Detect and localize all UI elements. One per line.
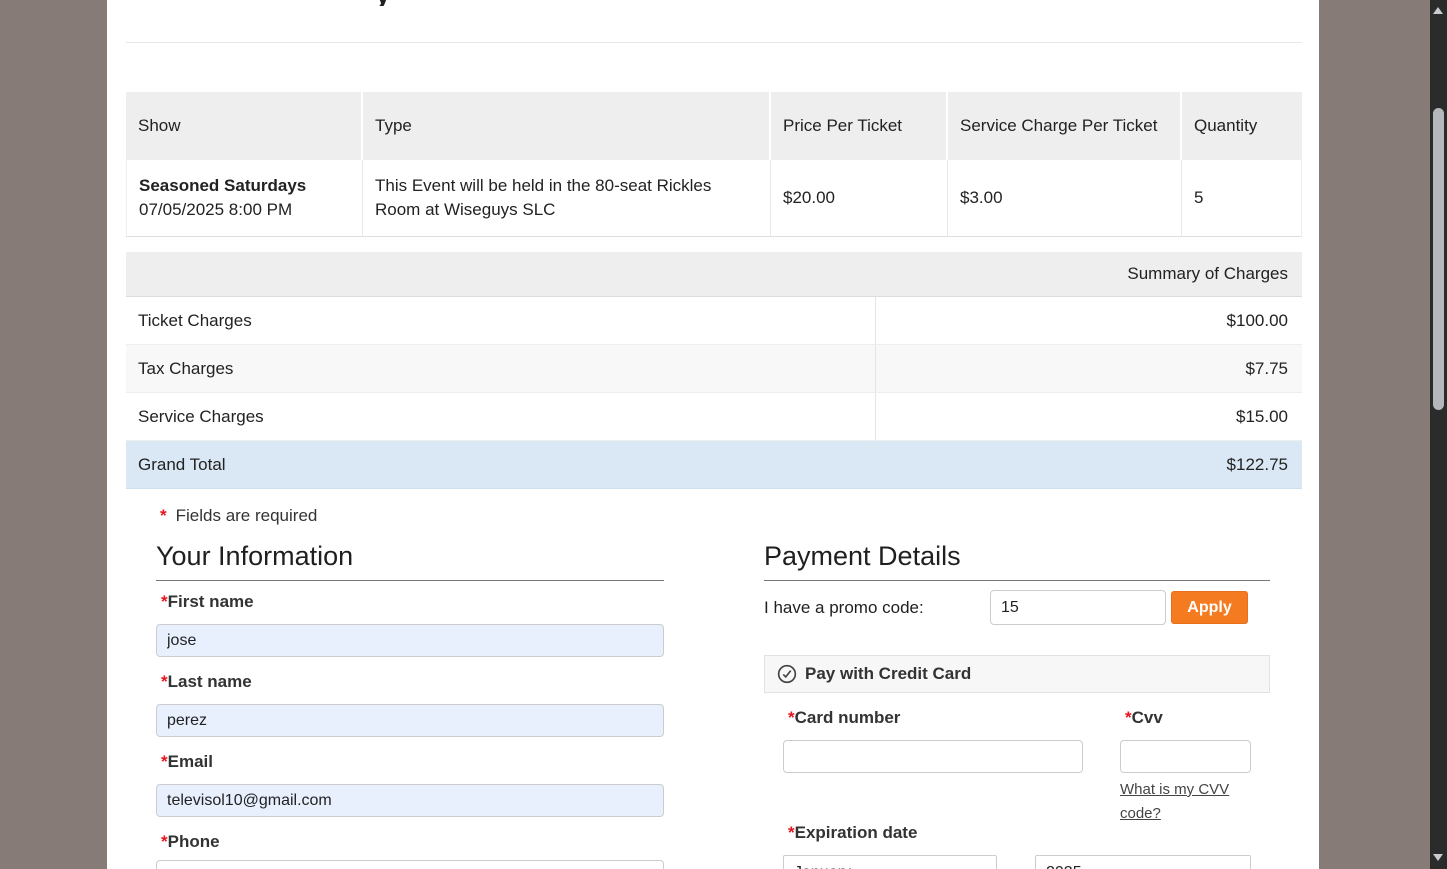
phone-field[interactable]	[156, 860, 664, 869]
scrollbar-thumb[interactable]	[1433, 108, 1444, 410]
column-header-price: Price Per Ticket	[771, 92, 948, 160]
summary-header: Summary of Charges	[126, 252, 1302, 297]
show-datetime: 07/05/2025 8:00 PM	[139, 200, 293, 219]
expiration-date-label: *Expiration date	[788, 823, 918, 842]
summary-table: Summary of Charges Ticket Charges $100.0…	[126, 252, 1302, 489]
table-row-grand-total: Grand Total $122.75	[126, 441, 1302, 489]
apply-button[interactable]: Apply	[1171, 591, 1248, 624]
vertical-scrollbar[interactable]	[1430, 0, 1447, 869]
table-row-ticket-charges: Ticket Charges $100.00	[126, 297, 1302, 345]
first-name-label: *First name	[161, 592, 254, 611]
required-asterisk: *	[160, 506, 167, 525]
required-asterisk: *	[161, 672, 168, 691]
check-circle-icon	[777, 664, 797, 684]
column-header-service-charge: Service Charge Per Ticket	[948, 92, 1182, 160]
price-per-ticket-cell: $20.00	[771, 160, 948, 237]
required-asterisk: *	[161, 592, 168, 611]
required-note-text: Fields are required	[175, 506, 318, 525]
clipped-heading-fragment: y	[375, 0, 415, 6]
service-charges-label: Service Charges	[138, 406, 264, 426]
required-asterisk: *	[788, 823, 795, 842]
column-header-quantity: Quantity	[1182, 92, 1302, 160]
tax-charges-value: $7.75	[875, 345, 1302, 392]
promo-code-input[interactable]	[990, 590, 1166, 625]
required-asterisk: *	[161, 752, 168, 771]
email-label: *Email	[161, 752, 213, 771]
table-row-service-charges: Service Charges $15.00	[126, 393, 1302, 441]
payment-details-heading: Payment Details	[764, 541, 1270, 581]
pay-with-credit-card-label: Pay with Credit Card	[805, 664, 972, 683]
scroll-down-arrow-icon[interactable]	[1433, 854, 1443, 861]
cvv-help-link[interactable]: What is my CVV code?	[1120, 778, 1232, 826]
required-fields-note: * Fields are required	[160, 506, 317, 526]
first-name-field[interactable]	[156, 624, 664, 657]
cvv-field[interactable]	[1120, 740, 1251, 773]
phone-label: *Phone	[161, 832, 220, 851]
order-table-row: Seasoned Saturdays 07/05/2025 8:00 PM Th…	[126, 160, 1302, 237]
last-name-label: *Last name	[161, 672, 252, 691]
ticket-charges-value: $100.00	[875, 297, 1302, 344]
required-asterisk: *	[788, 708, 795, 727]
type-cell: This Event will be held in the 80-seat R…	[363, 160, 771, 237]
last-name-field[interactable]	[156, 704, 664, 737]
expiration-month-select[interactable]: January	[783, 855, 997, 869]
service-charge-cell: $3.00	[948, 160, 1182, 237]
card-number-label: *Card number	[788, 708, 901, 727]
your-information-heading: Your Information	[156, 541, 664, 581]
column-header-type: Type	[363, 92, 771, 160]
cvv-label: *Cvv	[1125, 708, 1163, 727]
expiration-year-select[interactable]: 2025	[1035, 855, 1251, 869]
quantity-cell: 5	[1182, 160, 1302, 237]
scroll-up-arrow-icon[interactable]	[1433, 7, 1443, 14]
order-table: Show Type Price Per Ticket Service Charg…	[126, 92, 1302, 237]
ticket-charges-label: Ticket Charges	[138, 310, 252, 330]
show-cell: Seasoned Saturdays 07/05/2025 8:00 PM	[126, 160, 363, 237]
table-row-tax-charges: Tax Charges $7.75	[126, 345, 1302, 393]
checkout-page: y Show Type Price Per Ticket Service Cha…	[107, 0, 1319, 869]
order-table-header: Show Type Price Per Ticket Service Charg…	[126, 92, 1302, 160]
grand-total-label: Grand Total	[138, 454, 226, 474]
email-field[interactable]	[156, 784, 664, 817]
pay-with-credit-card-panel[interactable]: Pay with Credit Card	[764, 655, 1270, 693]
required-asterisk: *	[1125, 708, 1132, 727]
service-charges-value: $15.00	[875, 393, 1302, 440]
show-name: Seasoned Saturdays	[139, 176, 307, 195]
grand-total-value: $122.75	[875, 441, 1302, 488]
tax-charges-label: Tax Charges	[138, 358, 234, 378]
divider	[126, 42, 1302, 43]
required-asterisk: *	[161, 832, 168, 851]
column-header-show: Show	[126, 92, 363, 160]
card-number-field[interactable]	[783, 740, 1083, 773]
promo-code-label: I have a promo code:	[764, 598, 924, 617]
